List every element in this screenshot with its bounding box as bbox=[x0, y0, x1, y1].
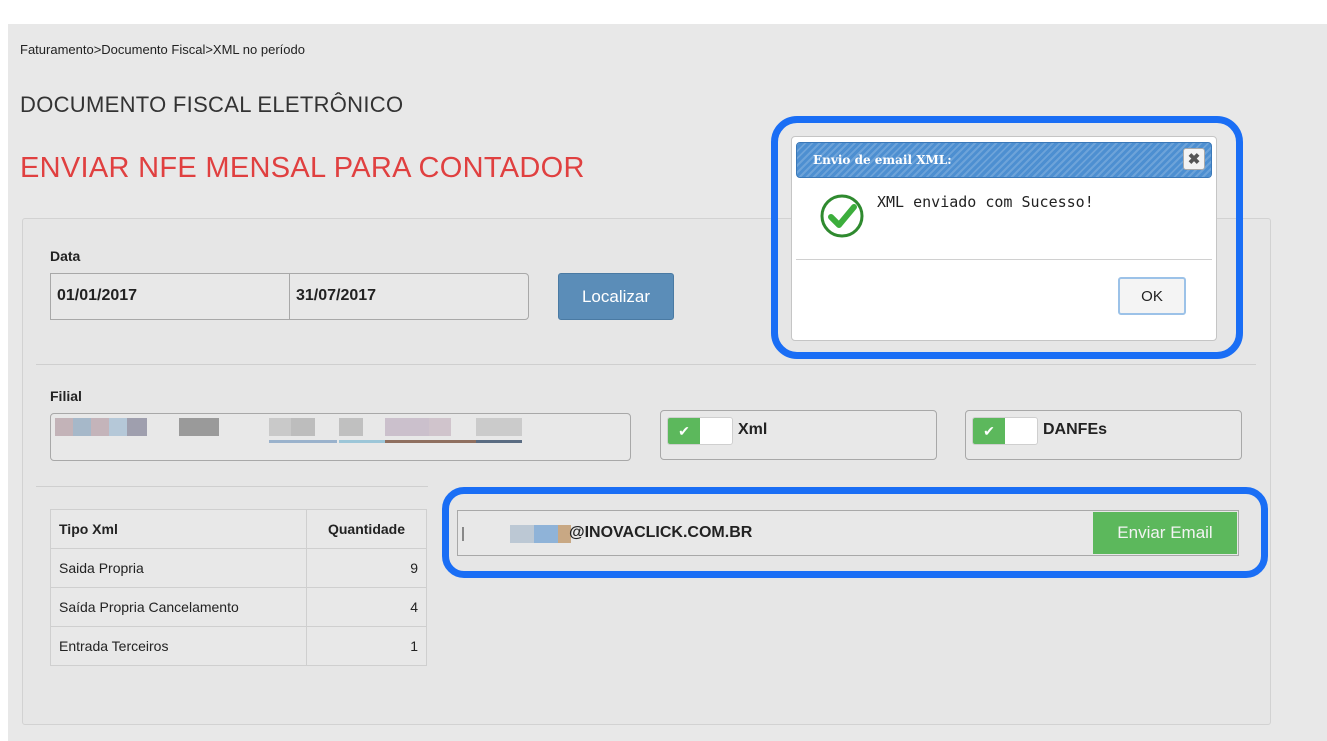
divider bbox=[36, 486, 428, 487]
xml-checkbox[interactable]: ✔ Xml bbox=[660, 410, 937, 460]
xml-toggle[interactable]: ✔ bbox=[667, 417, 733, 445]
row-type-cell: Saída Propria Cancelamento bbox=[50, 587, 307, 627]
branch-select[interactable] bbox=[50, 413, 631, 461]
page-subtitle: DOCUMENTO FISCAL ELETRÔNICO bbox=[20, 92, 404, 117]
start-date-input[interactable]: 01/01/2017 bbox=[50, 273, 290, 320]
highlight-email-box bbox=[442, 487, 1268, 578]
danfe-toggle[interactable]: ✔ bbox=[972, 417, 1038, 445]
row-type-cell: Entrada Terceiros bbox=[50, 626, 307, 666]
xml-type-table: Tipo Xml Quantidade Saida Propria 9 Saíd… bbox=[50, 509, 427, 666]
row-quantity-cell: 9 bbox=[306, 548, 427, 588]
table-header-row: Tipo Xml Quantidade bbox=[50, 509, 427, 549]
column-header-quantity: Quantidade bbox=[306, 509, 427, 549]
table-row: Saída Propria Cancelamento 4 bbox=[50, 587, 427, 627]
xml-check-label: Xml bbox=[738, 421, 768, 438]
row-quantity-cell: 4 bbox=[306, 587, 427, 627]
row-type-cell: Saida Propria bbox=[50, 548, 307, 588]
row-quantity-cell: 1 bbox=[306, 626, 427, 666]
breadcrumb: Faturamento>Documento Fiscal>XML no perí… bbox=[20, 42, 305, 57]
column-header-type: Tipo Xml bbox=[50, 509, 307, 549]
find-button[interactable]: Localizar bbox=[558, 273, 674, 320]
danfe-check-label: DANFEs bbox=[1043, 421, 1108, 438]
check-icon: ✔ bbox=[668, 418, 700, 444]
danfe-checkbox[interactable]: ✔ DANFEs bbox=[965, 410, 1242, 460]
date-label: Data bbox=[50, 248, 81, 264]
check-icon: ✔ bbox=[973, 418, 1005, 444]
highlight-dialog bbox=[771, 116, 1243, 359]
divider bbox=[36, 364, 1256, 365]
table-row: Entrada Terceiros 1 bbox=[50, 626, 427, 666]
page-title: ENVIAR NFE MENSAL PARA CONTADOR bbox=[20, 152, 585, 184]
branch-label: Filial bbox=[50, 388, 82, 404]
end-date-input[interactable]: 31/07/2017 bbox=[289, 273, 529, 320]
table-row: Saida Propria 9 bbox=[50, 548, 427, 588]
